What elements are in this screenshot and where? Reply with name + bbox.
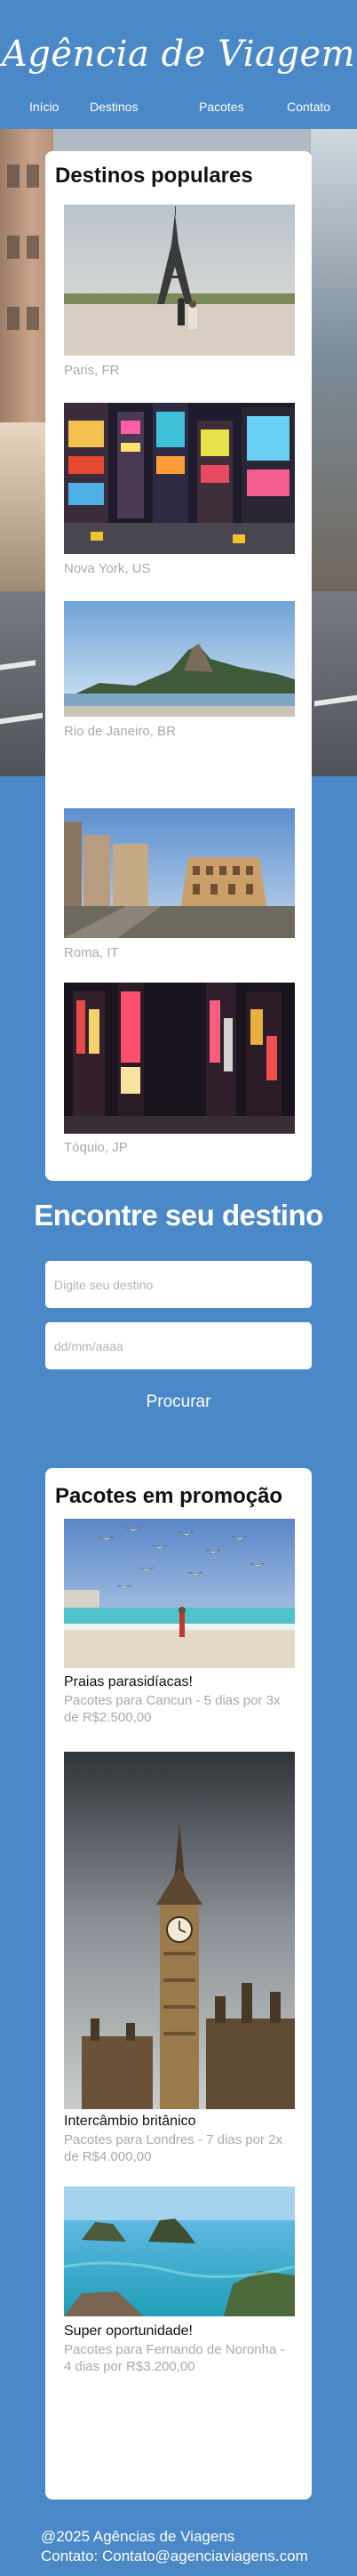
noronha-photo <box>64 2187 295 2316</box>
package-description: Pacotes para Cancun - 5 dias por 3x de R… <box>64 1693 281 1725</box>
package-name: Intercâmbio britânico <box>64 2114 196 2129</box>
destination-caption: Paris, FR <box>64 363 120 378</box>
tokyo-photo <box>64 983 295 1134</box>
destination-caption: Tóquio, JP <box>64 1140 128 1155</box>
cancun-beach-photo <box>64 1519 295 1668</box>
package-name: Super oportunidade! <box>64 2323 193 2339</box>
package-description: Pacotes para Fernando de Noronha - 4 dia… <box>64 2342 285 2374</box>
footer-contact: Contato: Contato@agenciaviagens.com <box>41 2548 308 2564</box>
brand-title: Agência de Viagem <box>1 34 356 75</box>
site-footer: @2025 Agências de Viagens Contato: Conta… <box>41 2527 308 2566</box>
search-button[interactable]: Procurar <box>45 1387 312 1417</box>
nav-link-contato[interactable]: Contato <box>287 100 330 114</box>
rio-photo <box>64 601 295 717</box>
london-big-ben-photo <box>64 1752 295 2109</box>
packages-card: Pacotes em promoção Praias parasidíacas!… <box>45 1468 312 2500</box>
popular-destinations-card: Destinos populares Paris, FR Nova York, … <box>45 151 312 1181</box>
main-nav: Início Destinos Pacotes Contato <box>0 100 357 117</box>
package-description: Pacotes para Londres - 7 dias por 2x de … <box>64 2132 282 2164</box>
package-name: Praias parasidíacas! <box>64 1674 193 1689</box>
nav-link-inicio[interactable]: Início <box>29 100 59 114</box>
footer-copyright: @2025 Agências de Viagens <box>41 2528 235 2545</box>
paris-photo <box>64 205 295 356</box>
search-title: Encontre seu destino <box>34 1199 323 1232</box>
nav-link-pacotes[interactable]: Pacotes <box>199 100 244 114</box>
nav-link-destinos[interactable]: Destinos <box>90 100 138 114</box>
rome-photo <box>64 808 295 938</box>
destination-caption: Roma, IT <box>64 945 119 960</box>
new-york-photo <box>64 403 295 554</box>
site-header: Agência de Viagem Início Destinos Pacote… <box>0 0 357 129</box>
date-input[interactable] <box>45 1322 312 1369</box>
popular-destinations-title: Destinos populares <box>55 164 253 188</box>
page: Agência de Viagem Início Destinos Pacote… <box>0 0 357 2576</box>
destination-input[interactable] <box>45 1261 312 1308</box>
destination-caption: Rio de Janeiro, BR <box>64 724 176 739</box>
packages-title: Pacotes em promoção <box>55 1484 283 1508</box>
destination-caption: Nova York, US <box>64 561 151 576</box>
